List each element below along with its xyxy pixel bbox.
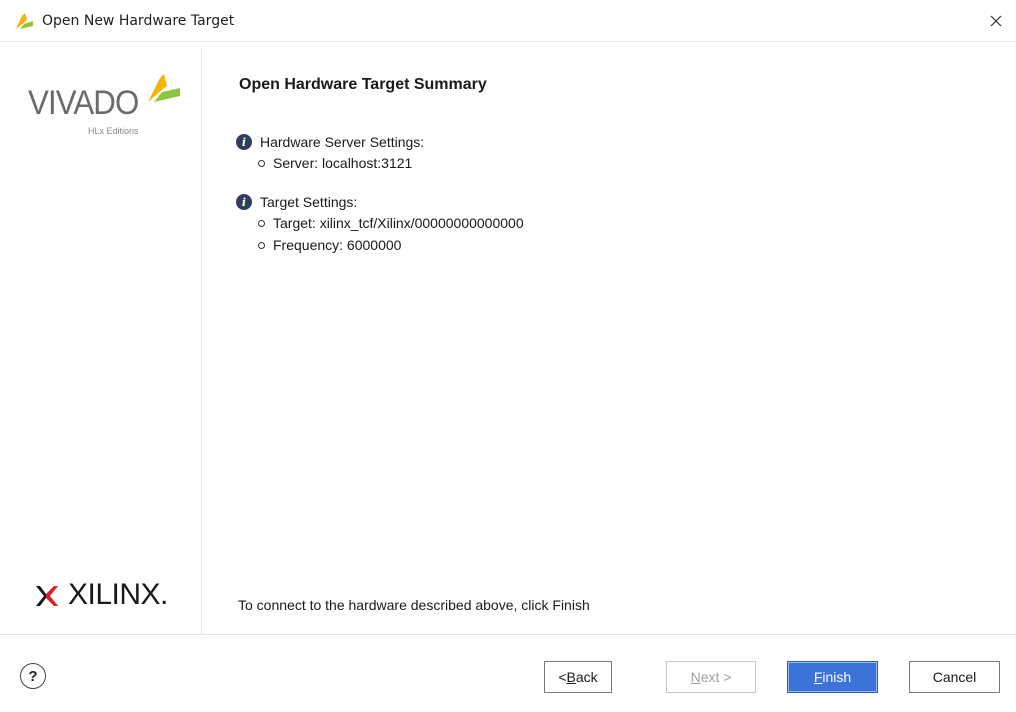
page-title: Open Hardware Target Summary (239, 76, 487, 93)
back-prefix: < (558, 669, 567, 685)
close-button[interactable] (976, 0, 1016, 42)
xilinx-mark-icon (36, 586, 58, 606)
bullet-icon (258, 241, 265, 249)
info-icon: i (236, 134, 252, 150)
back-mnemonic: B (566, 669, 576, 685)
title-bar: Open New Hardware Target (0, 0, 1016, 42)
dialog-window: Open New Hardware Target VIVADO HLx Edit… (0, 0, 1016, 712)
server-setting: Server: localhost:3121 (273, 155, 413, 171)
close-icon (990, 15, 1002, 27)
hardware-server-section: i Hardware Server Settings: Server: loca… (236, 132, 424, 174)
next-mnemonic: N (690, 669, 701, 685)
frequency-setting: Frequency: 6000000 (273, 237, 402, 253)
wizard-sidebar: VIVADO HLx Editions XILINX. (0, 48, 202, 634)
list-item: Target: xilinx_tcf/Xilinx/00000000000000 (258, 212, 524, 234)
list-item: Server: localhost:3121 (258, 152, 424, 174)
window-title: Open New Hardware Target (42, 13, 235, 29)
finish-label: inish (822, 669, 852, 685)
xilinx-logo: XILINX. (30, 576, 190, 616)
target-settings-section: i Target Settings: Target: xilinx_tcf/Xi… (236, 192, 524, 256)
vivado-app-icon (16, 13, 33, 29)
bullet-icon (258, 159, 265, 167)
vivado-logo: VIVADO HLx Editions (28, 72, 188, 142)
next-label: ext > (700, 669, 732, 685)
finish-button[interactable]: Finish (787, 661, 878, 693)
vivado-logo-text: VIVADO (28, 84, 139, 122)
help-button[interactable]: ? (20, 663, 46, 689)
section-header: i Hardware Server Settings: (236, 132, 424, 152)
back-label: ack (575, 669, 598, 685)
list-item: Frequency: 6000000 (258, 234, 524, 256)
wizard-content: Open Hardware Target Summary i Hardware … (202, 48, 1016, 634)
button-bar: ? < Back Next > Finish Cancel (0, 634, 1016, 712)
instruction-text: To connect to the hardware described abo… (238, 597, 590, 613)
info-icon: i (236, 194, 252, 210)
bullet-icon (258, 219, 265, 227)
vivado-subtitle: HLx Editions (88, 126, 139, 136)
cancel-button[interactable]: Cancel (909, 661, 1000, 693)
back-button[interactable]: < Back (544, 661, 612, 693)
finish-mnemonic: F (813, 669, 823, 685)
section-header: i Target Settings: (236, 192, 524, 212)
target-setting: Target: xilinx_tcf/Xilinx/00000000000000 (273, 215, 524, 231)
section-label: Hardware Server Settings: (260, 134, 425, 150)
section-label: Target Settings: (260, 194, 358, 210)
xilinx-logo-text: XILINX. (68, 578, 168, 611)
vivado-mark-icon (148, 74, 180, 102)
next-button[interactable]: Next > (666, 661, 756, 693)
